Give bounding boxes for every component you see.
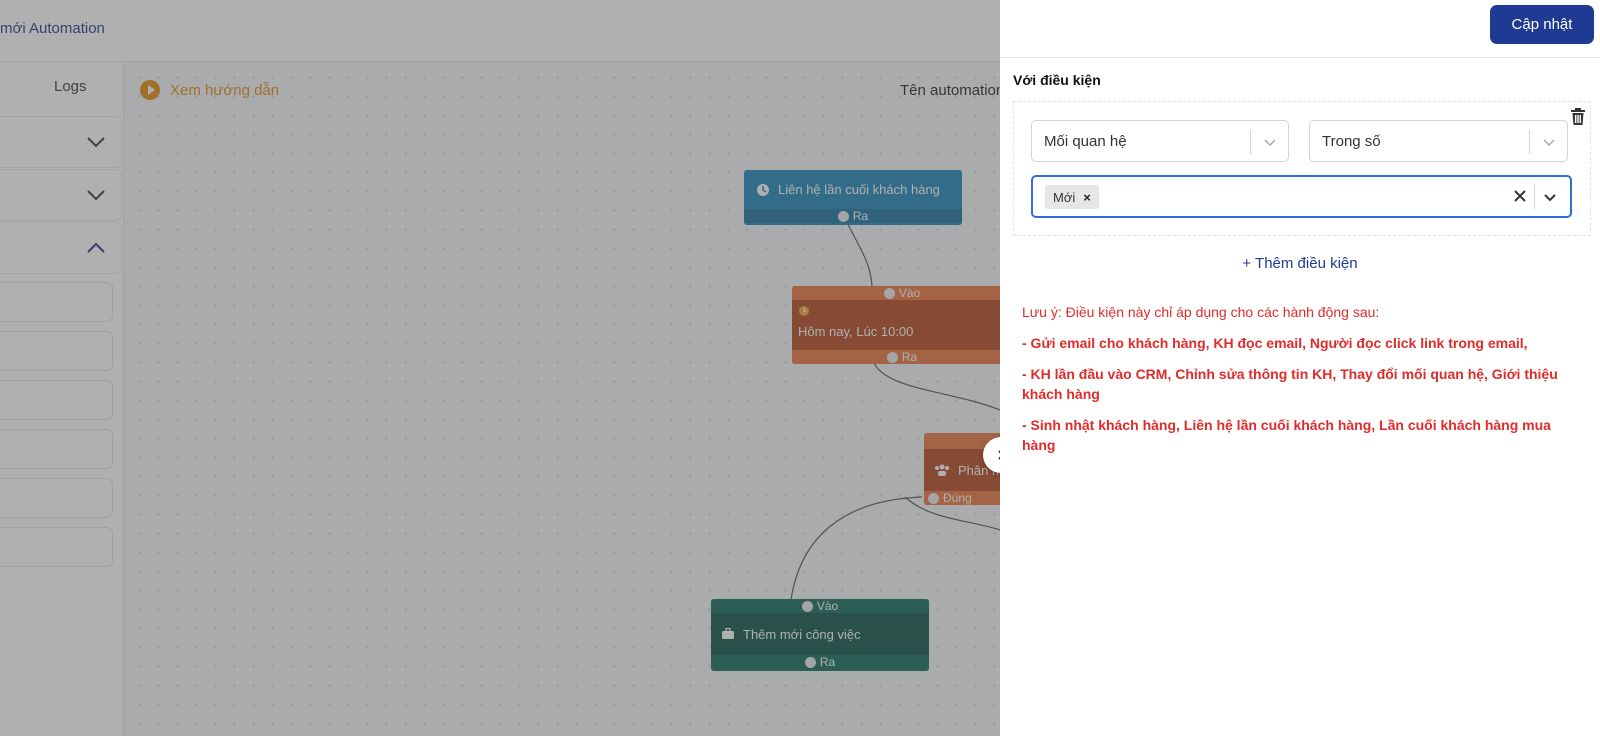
selected-tag: Mới × xyxy=(1045,185,1099,209)
field-select[interactable]: Mối quan hệ xyxy=(1031,120,1289,162)
select-separator xyxy=(1534,185,1535,209)
note-line: - Gửi email cho khách hàng, KH đọc email… xyxy=(1022,335,1528,351)
operator-select-value: Trong số xyxy=(1322,133,1381,150)
add-condition-link[interactable]: + Thêm điều kiện xyxy=(1000,255,1600,272)
modal-backdrop[interactable] xyxy=(0,0,1000,736)
chevron-down-icon[interactable] xyxy=(1542,189,1558,205)
drawer-header: Cập nhật xyxy=(1000,0,1600,58)
condition-title: Với điều kiện xyxy=(1013,72,1101,88)
tag-remove-icon[interactable]: × xyxy=(1083,190,1091,205)
note-title: Lưu ý: Điều kiện này chỉ áp dụng cho các… xyxy=(1022,304,1380,320)
trash-icon[interactable] xyxy=(1570,108,1586,126)
tag-label: Mới xyxy=(1053,189,1076,205)
field-select-value: Mối quan hệ xyxy=(1044,133,1127,150)
condition-drawer: Cập nhật Với điều kiện Mối quan hệ Trong… xyxy=(1000,0,1600,736)
chevron-down-icon xyxy=(1264,139,1276,147)
select-separator xyxy=(1529,130,1530,154)
chevron-down-icon xyxy=(1543,139,1555,147)
operator-select[interactable]: Trong số xyxy=(1309,120,1568,162)
note-line: - KH lần đầu vào CRM, Chỉnh sửa thông ti… xyxy=(1022,366,1558,402)
select-separator xyxy=(1250,130,1251,154)
condition-group: Mối quan hệ Trong số Mới × xyxy=(1013,101,1591,236)
clear-icon[interactable] xyxy=(1512,188,1528,204)
note-line: - Sinh nhật khách hàng, Liên hệ lần cuối… xyxy=(1022,417,1551,453)
update-button[interactable]: Cập nhật xyxy=(1490,5,1594,44)
value-multiselect[interactable]: Mới × xyxy=(1031,175,1572,218)
